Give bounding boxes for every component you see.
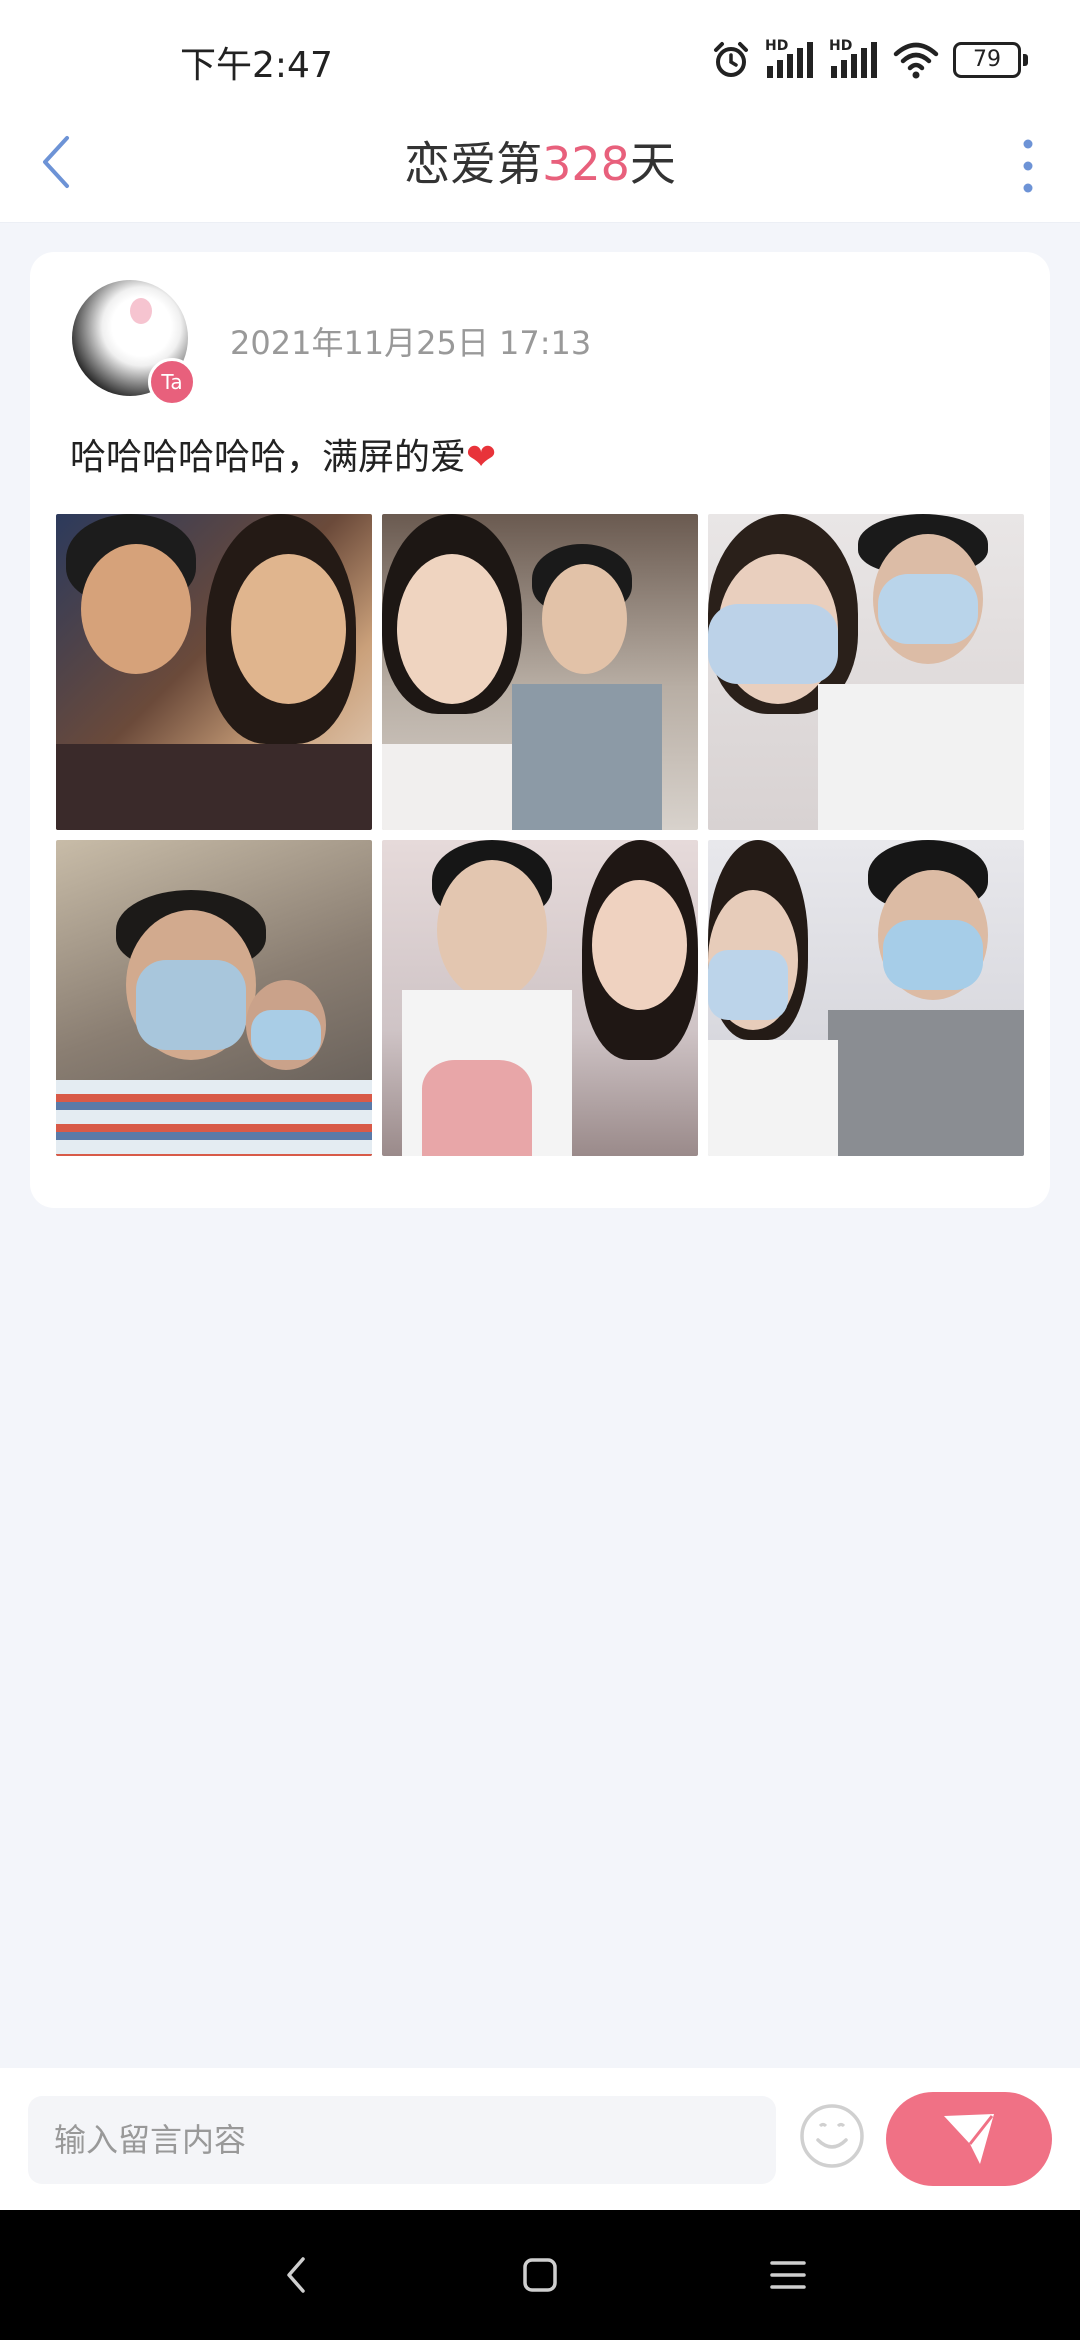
battery-level: 79	[953, 42, 1021, 78]
nav-home-icon	[523, 2258, 557, 2292]
status-time: 下午2:47	[180, 45, 333, 86]
signal-bars-icon	[767, 42, 813, 78]
heart-emoji: ❤	[466, 437, 497, 478]
post-text: 哈哈哈哈哈哈，满屏的爱❤	[70, 428, 496, 480]
nav-back-icon	[287, 2257, 305, 2293]
alarm-icon	[714, 42, 748, 77]
nav-back-button[interactable]	[256, 2240, 336, 2310]
avatar-detail	[130, 298, 152, 324]
battery-indicator: 79	[953, 42, 1028, 78]
more-vertical-icon	[1023, 139, 1033, 193]
send-button[interactable]	[886, 2092, 1052, 2186]
emoji-button[interactable]	[798, 2102, 866, 2170]
photo-grid	[56, 514, 1024, 1156]
wifi-icon	[893, 42, 939, 79]
days-count: 328	[542, 137, 630, 191]
status-bar: 下午2:47 HD HD 79	[0, 0, 1080, 110]
comment-input[interactable]	[28, 2096, 776, 2184]
top-app-bar: 恋爱第328天	[0, 110, 1080, 223]
system-nav-bar	[0, 2210, 1080, 2340]
nav-menu-icon	[770, 2261, 806, 2289]
post-message: 哈哈哈哈哈哈，满屏的爱	[70, 437, 467, 478]
smiley-icon	[800, 2104, 864, 2168]
cellular-signal-2: HD	[829, 38, 879, 80]
more-options-button[interactable]	[998, 126, 1058, 206]
photo-2[interactable]	[382, 514, 698, 830]
title-suffix: 天	[629, 137, 676, 191]
author-badge: Ta	[148, 358, 196, 406]
status-icons: HD HD 79	[711, 38, 1028, 80]
photo-3[interactable]	[708, 514, 1024, 830]
comment-bar	[0, 2068, 1080, 2210]
title-prefix: 恋爱第	[404, 137, 543, 191]
photo-5[interactable]	[382, 840, 698, 1156]
send-icon	[944, 2114, 994, 2164]
cellular-signal-1: HD	[765, 38, 815, 80]
post-card: Ta 2021年11月25日 17:13 哈哈哈哈哈哈，满屏的爱❤	[30, 252, 1050, 1208]
nav-recents-button[interactable]	[748, 2240, 828, 2310]
photo-4[interactable]	[56, 840, 372, 1156]
nav-home-button[interactable]	[500, 2240, 580, 2310]
signal-bars-icon	[831, 42, 877, 78]
photo-1[interactable]	[56, 514, 372, 830]
photo-6[interactable]	[708, 840, 1024, 1156]
post-timestamp: 2021年11月25日 17:13	[230, 324, 592, 362]
page-title: 恋爱第328天	[0, 128, 1080, 194]
battery-tip	[1023, 54, 1028, 66]
